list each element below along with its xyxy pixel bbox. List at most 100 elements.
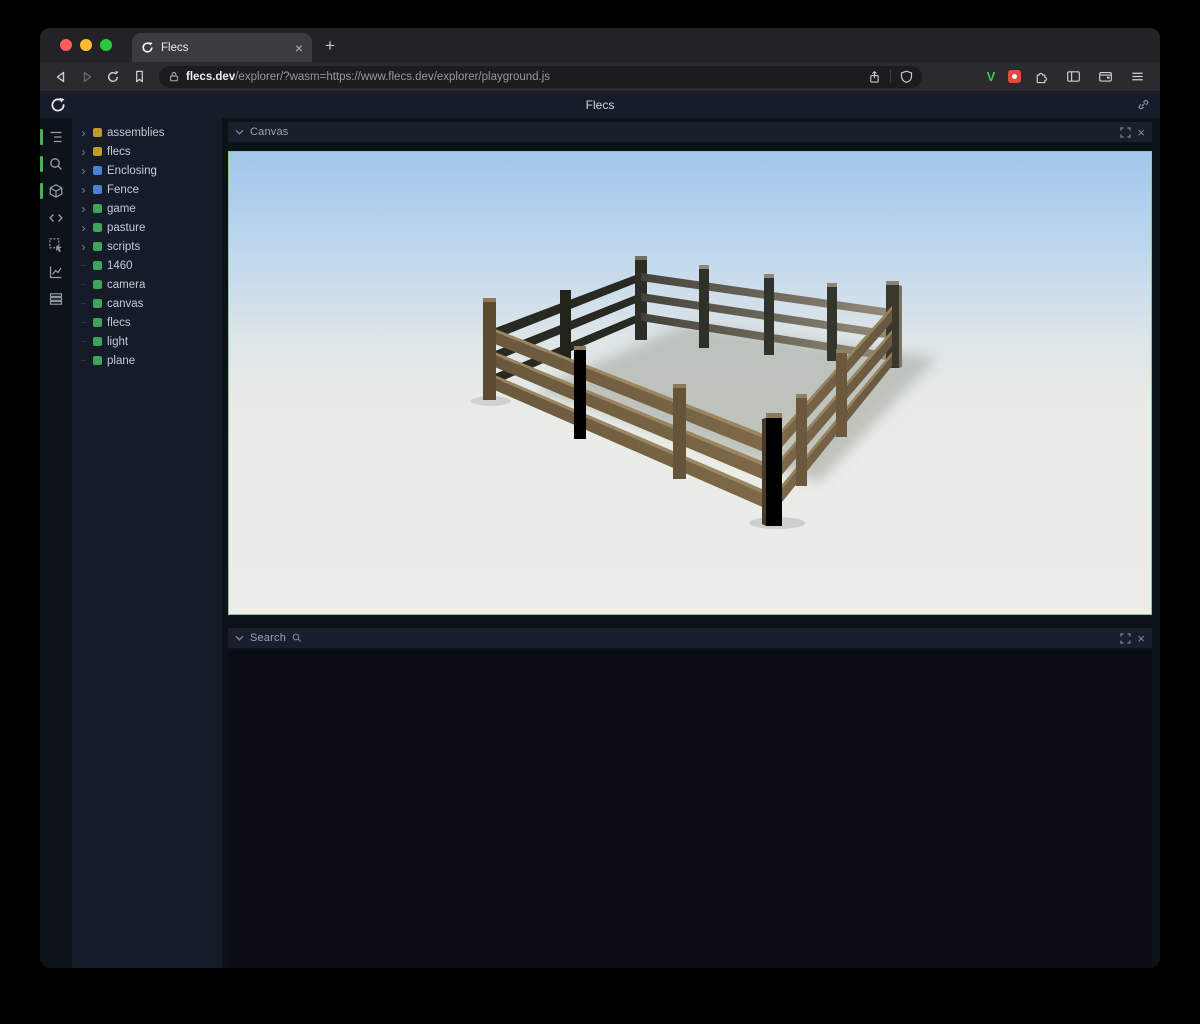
tree-item[interactable]: › assemblies (72, 123, 222, 142)
tree-item-chevron[interactable]: › (79, 184, 88, 196)
select-cursor-icon (48, 237, 64, 253)
tree-item-label: flecs (107, 146, 131, 158)
extension-cluster: V (982, 65, 1149, 89)
search-icon (48, 156, 64, 172)
tree-item-chevron[interactable]: › (79, 127, 88, 139)
sidebar-item-inspect[interactable] (40, 234, 72, 256)
back-icon[interactable] (49, 65, 73, 89)
minimize-window-button[interactable] (80, 39, 92, 51)
sidebar-item-entities[interactable] (40, 126, 72, 148)
tree-item[interactable]: – plane (72, 351, 222, 370)
entity-color-square (93, 185, 102, 194)
sidebar-toggle-icon[interactable] (1061, 65, 1085, 89)
tree-item[interactable]: – 1460 (72, 256, 222, 275)
reload-icon[interactable] (101, 65, 125, 89)
sidebar-item-tables[interactable] (40, 288, 72, 310)
entity-color-square (93, 261, 102, 270)
chart-icon (48, 264, 64, 280)
desktop: Flecs × + flecs (0, 0, 1200, 1024)
entity-color-square (93, 280, 102, 289)
menu-icon[interactable] (1125, 65, 1149, 89)
tree-item-label: Enclosing (107, 165, 157, 177)
entity-color-square (93, 356, 102, 365)
tree-item[interactable]: › Enclosing (72, 161, 222, 180)
close-icon[interactable]: × (1137, 632, 1145, 645)
red-extension-icon[interactable] (1008, 70, 1021, 83)
tree-item-label: camera (107, 279, 145, 291)
sidebar-item-stats[interactable] (40, 261, 72, 283)
tree-item-label: canvas (107, 298, 143, 310)
url-path: /explorer/?wasm=https://www.flecs.dev/ex… (235, 71, 550, 83)
chevron-down-icon[interactable] (235, 634, 244, 642)
entity-color-square (93, 204, 102, 213)
app-body: › assemblies › flecs › Enclosing › Fence… (40, 118, 1160, 968)
tree-item[interactable]: – canvas (72, 294, 222, 313)
url-bar[interactable]: flecs.dev/explorer/?wasm=https://www.fle… (159, 66, 922, 88)
url-host: flecs.dev (186, 71, 235, 83)
wallet-icon[interactable] (1093, 65, 1117, 89)
tree-item[interactable]: › flecs (72, 142, 222, 161)
search-panel-content (228, 650, 1152, 968)
tree-item-label: light (107, 336, 128, 348)
v-extension-icon[interactable]: V (982, 68, 1000, 86)
forward-icon[interactable] (75, 65, 99, 89)
tree-item-label: 1460 (107, 260, 133, 272)
tree-item[interactable]: – flecs (72, 313, 222, 332)
page-title: Flecs (40, 98, 1160, 112)
tab-close-icon[interactable]: × (295, 41, 303, 55)
tree-item-label: pasture (107, 222, 145, 234)
new-tab-button[interactable]: + (325, 37, 335, 54)
canvas-panel-title: Canvas (250, 126, 289, 138)
browser-tab[interactable]: Flecs × (132, 33, 312, 62)
search-panel-title: Search (250, 632, 286, 644)
sidebar-item-scripts[interactable] (40, 207, 72, 229)
tree-item[interactable]: › game (72, 199, 222, 218)
tree-item[interactable]: › scripts (72, 237, 222, 256)
browser-toolbar: flecs.dev/explorer/?wasm=https://www.fle… (40, 62, 1160, 92)
fullscreen-icon[interactable] (1120, 633, 1131, 644)
entity-color-square (93, 242, 102, 251)
tree-item-chevron: – (79, 299, 88, 309)
flecs-explorer-app: Flecs (40, 92, 1160, 968)
search-panel-header: Search × (228, 628, 1152, 648)
entity-color-square (93, 147, 102, 156)
share-icon[interactable] (868, 70, 881, 84)
icon-rail (40, 118, 72, 968)
tree-item-chevron[interactable]: › (79, 222, 88, 234)
entity-color-square (93, 318, 102, 327)
tree-item-chevron: – (79, 356, 88, 366)
tree-item-chevron: – (79, 318, 88, 328)
link-icon[interactable] (1137, 98, 1150, 116)
puzzle-icon[interactable] (1029, 65, 1053, 89)
bookmark-icon[interactable] (127, 65, 151, 89)
tree-item[interactable]: – camera (72, 275, 222, 294)
chevron-down-icon[interactable] (235, 128, 244, 136)
rows-icon (48, 291, 64, 307)
fullscreen-icon[interactable] (1120, 127, 1131, 138)
tree-item-chevron[interactable]: › (79, 241, 88, 253)
lock-icon (168, 70, 180, 83)
tab-strip: Flecs × + (40, 28, 1160, 62)
code-icon (48, 210, 64, 226)
canvas-panel-header: Canvas × (228, 122, 1152, 142)
tree-item-label: game (107, 203, 136, 215)
sidebar-item-query[interactable] (40, 153, 72, 175)
canvas-viewport[interactable] (228, 151, 1152, 615)
search-icon (292, 633, 302, 643)
tree-item[interactable]: – light (72, 332, 222, 351)
brave-shield-icon[interactable] (900, 70, 913, 84)
tree-item[interactable]: › Fence (72, 180, 222, 199)
browser-window: Flecs × + flecs (40, 28, 1160, 968)
entity-tree: › assemblies › flecs › Enclosing › Fence… (72, 118, 222, 968)
tree-item-label: assemblies (107, 127, 165, 139)
close-window-button[interactable] (60, 39, 72, 51)
close-icon[interactable]: × (1137, 126, 1145, 139)
window-controls (60, 39, 112, 51)
zoom-window-button[interactable] (100, 39, 112, 51)
sidebar-item-components[interactable] (40, 180, 72, 202)
tree-item-chevron[interactable]: › (79, 203, 88, 215)
tree-item-chevron[interactable]: › (79, 146, 88, 158)
tree-item-label: flecs (107, 317, 131, 329)
tree-item-chevron[interactable]: › (79, 165, 88, 177)
tree-item[interactable]: › pasture (72, 218, 222, 237)
